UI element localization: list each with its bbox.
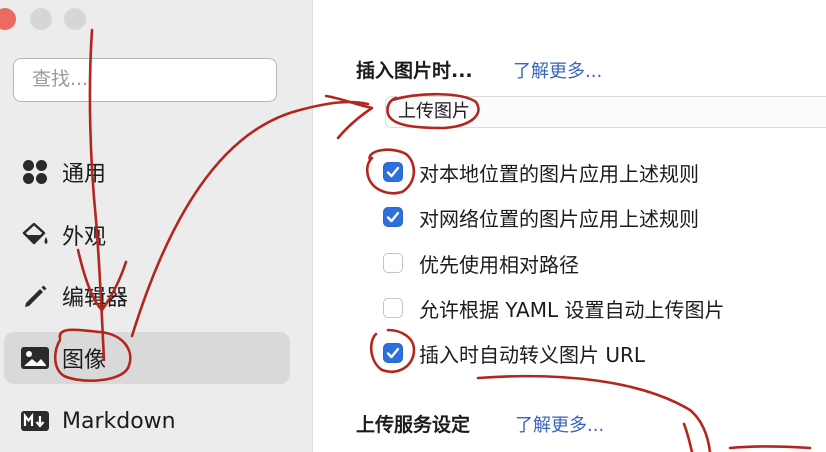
option-yaml-upload[interactable]: 允许根据 YAML 设置自动上传图片 xyxy=(383,293,724,323)
search-input[interactable]: 查找... xyxy=(13,58,277,102)
image-icon xyxy=(20,343,50,373)
option-label: 插入时自动转义图片 URL xyxy=(419,342,646,367)
option-label: 对网络位置的图片应用上述规则 xyxy=(419,206,699,231)
option-escape-url[interactable]: 插入时自动转义图片 URL xyxy=(383,338,645,368)
option-relative-path[interactable]: 优先使用相对路径 xyxy=(383,248,579,278)
insert-image-section-title: 插入图片时... xyxy=(356,60,473,82)
checkbox[interactable] xyxy=(383,343,403,363)
option-label: 对本地位置的图片应用上述规则 xyxy=(419,161,699,186)
sidebar: 查找... 通用 外观 编辑器 图像 Markdown xyxy=(0,0,313,452)
sidebar-item-image[interactable]: 图像 xyxy=(4,332,290,384)
option-label: 允许根据 YAML 设置自动上传图片 xyxy=(419,297,725,322)
option-label: 优先使用相对路径 xyxy=(419,252,579,277)
pencil-icon xyxy=(20,281,50,311)
sidebar-item-label: Markdown xyxy=(62,408,176,434)
sidebar-item-label: 外观 xyxy=(62,225,107,250)
preferences-content: 插入图片时... 了解更多... 上传图片 对本地位置的图片应用上述规则 对网络… xyxy=(313,0,826,452)
sidebar-item-editor[interactable]: 编辑器 xyxy=(4,270,290,322)
markdown-icon xyxy=(20,406,50,436)
checkbox[interactable] xyxy=(383,298,403,318)
checkbox[interactable] xyxy=(383,207,403,227)
sidebar-item-label: 图像 xyxy=(62,348,107,373)
checkbox[interactable] xyxy=(383,253,403,273)
grid-icon xyxy=(20,157,50,187)
sidebar-item-label: 通用 xyxy=(62,162,107,187)
checkbox[interactable] xyxy=(383,162,403,182)
upload-service-section-title: 上传服务设定 xyxy=(356,414,471,436)
sidebar-item-label: 编辑器 xyxy=(62,286,129,311)
zoom-window-button[interactable] xyxy=(64,8,86,30)
learn-more-link[interactable]: 了解更多... xyxy=(515,411,604,437)
minimize-window-button[interactable] xyxy=(30,8,52,30)
close-window-button[interactable] xyxy=(0,8,16,30)
sidebar-item-markdown[interactable]: Markdown xyxy=(4,395,290,447)
paint-bucket-icon xyxy=(20,220,50,250)
learn-more-link[interactable]: 了解更多... xyxy=(513,57,602,83)
insert-action-select[interactable]: 上传图片 xyxy=(385,96,826,128)
option-apply-local[interactable]: 对本地位置的图片应用上述规则 xyxy=(383,157,699,187)
sidebar-item-appearance[interactable]: 外观 xyxy=(4,209,290,261)
sidebar-item-general[interactable]: 通用 xyxy=(4,146,290,198)
option-apply-network[interactable]: 对网络位置的图片应用上述规则 xyxy=(383,202,699,232)
